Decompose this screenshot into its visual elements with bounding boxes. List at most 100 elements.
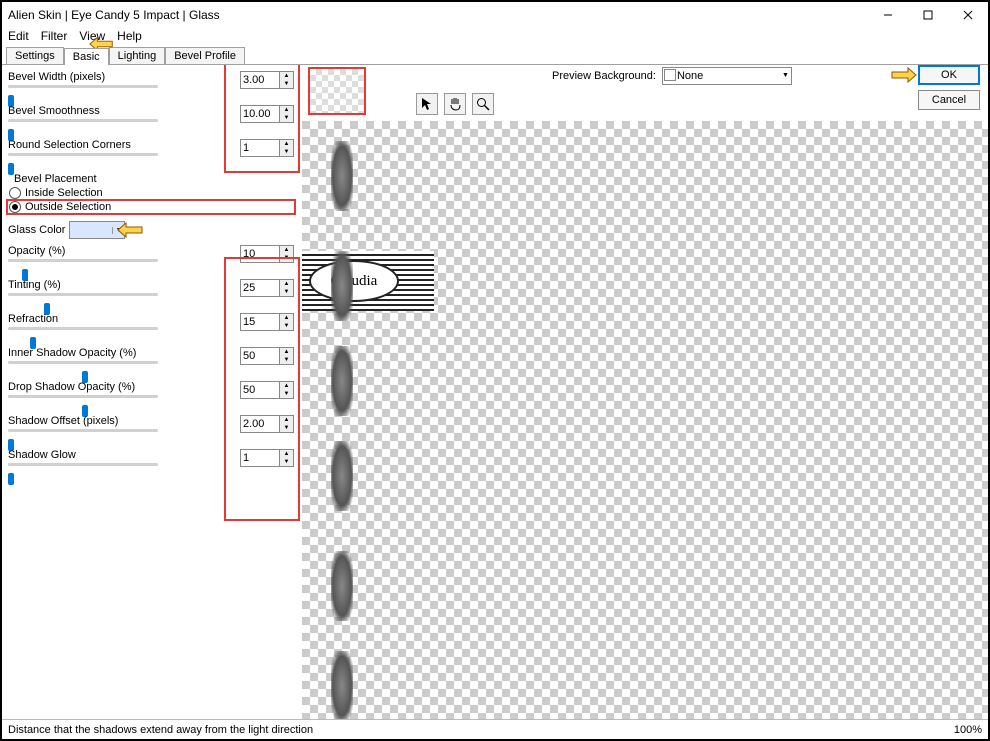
status-hint: Distance that the shadows extend away fr…: [8, 724, 313, 736]
spin-up[interactable]: ▲: [280, 106, 293, 114]
close-button[interactable]: [948, 2, 988, 27]
tool-pointer[interactable]: [416, 93, 438, 115]
input-bevel-smoothness[interactable]: [240, 105, 280, 123]
radio-label-inside: Inside Selection: [25, 187, 103, 199]
spin-down[interactable]: ▼: [280, 356, 293, 364]
spin-up[interactable]: ▲: [280, 416, 293, 424]
input-tinting[interactable]: [240, 279, 280, 297]
menu-help[interactable]: Help: [117, 29, 142, 43]
spin-up[interactable]: ▲: [280, 348, 293, 356]
slider-tinting[interactable]: [8, 293, 158, 296]
param-round-corners: Round Selection Corners ▲▼: [8, 139, 294, 169]
tab-bevel-profile[interactable]: Bevel Profile: [165, 47, 245, 64]
input-drop-shadow[interactable]: [240, 381, 280, 399]
spin-up[interactable]: ▲: [280, 450, 293, 458]
spin-down[interactable]: ▼: [280, 322, 293, 330]
app-window: Alien Skin | Eye Candy 5 Impact | Glass …: [0, 0, 990, 741]
spin-down[interactable]: ▼: [280, 390, 293, 398]
tab-lighting[interactable]: Lighting: [109, 47, 166, 64]
param-bevel-smoothness: Bevel Smoothness ▲▼: [8, 105, 294, 135]
param-opacity: Opacity (%) ▲▼: [8, 245, 294, 275]
slider-opacity[interactable]: [8, 259, 158, 262]
status-zoom: 100%: [954, 724, 982, 736]
radio-outside-selection[interactable]: Outside Selection: [8, 201, 294, 213]
param-shadow-glow: Shadow Glow ▲▼: [8, 449, 294, 479]
pointer-hand-icon: [888, 65, 918, 86]
radio-icon: [9, 201, 21, 213]
slider-round-corners[interactable]: [8, 153, 158, 156]
spin-down[interactable]: ▼: [280, 148, 293, 156]
status-bar: Distance that the shadows extend away fr…: [2, 719, 988, 739]
input-shadow-offset[interactable]: [240, 415, 280, 433]
tab-basic[interactable]: Basic: [64, 48, 109, 65]
label-preview-bg: Preview Background:: [552, 70, 656, 82]
tool-zoom[interactable]: [472, 93, 494, 115]
param-drop-shadow: Drop Shadow Opacity (%) ▲▼: [8, 381, 294, 411]
preview-shape: [331, 346, 353, 416]
preview-shape: [331, 441, 353, 511]
preview-bg-select[interactable]: None: [662, 67, 792, 85]
slider-shadow-offset[interactable]: [8, 429, 158, 432]
preview-shape: [331, 551, 353, 621]
preview-canvas[interactable]: Claudia: [302, 121, 988, 719]
preview-shape: [331, 141, 353, 211]
preview-bg-swatch-icon: [664, 69, 676, 81]
spin-down[interactable]: ▼: [280, 458, 293, 466]
param-glass-color: Glass Color: [8, 221, 294, 239]
spin-up[interactable]: ▲: [280, 382, 293, 390]
glass-color-picker[interactable]: [69, 221, 125, 239]
preview-shape: [331, 251, 353, 321]
label-bevel-placement: Bevel Placement: [14, 173, 294, 185]
slider-bevel-smoothness[interactable]: [8, 119, 158, 122]
spin-down[interactable]: ▼: [280, 288, 293, 296]
menu-filter[interactable]: Filter: [41, 29, 68, 43]
spin-down[interactable]: ▼: [280, 80, 293, 88]
input-bevel-width[interactable]: [240, 71, 280, 89]
slider-bevel-width[interactable]: [8, 85, 158, 88]
settings-panel: Bevel Width (pixels) ▲▼ Bevel Smoothness…: [2, 65, 302, 719]
minimize-button[interactable]: [868, 2, 908, 27]
spin-up[interactable]: ▲: [280, 246, 293, 254]
param-tinting: Tinting (%) ▲▼: [8, 279, 294, 309]
preview-shape: [331, 651, 353, 719]
spin-up[interactable]: ▲: [280, 314, 293, 322]
spin-down[interactable]: ▼: [280, 114, 293, 122]
param-bevel-width: Bevel Width (pixels) ▲▼: [8, 71, 294, 101]
slider-inner-shadow[interactable]: [8, 361, 158, 364]
spin-down[interactable]: ▼: [280, 254, 293, 262]
input-opacity[interactable]: [240, 245, 280, 263]
tab-settings[interactable]: Settings: [6, 47, 64, 64]
param-shadow-offset: Shadow Offset (pixels) ▲▼: [8, 415, 294, 445]
maximize-button[interactable]: [908, 2, 948, 27]
ok-button[interactable]: OK: [918, 65, 980, 85]
input-refraction[interactable]: [240, 313, 280, 331]
label-glass-color: Glass Color: [8, 224, 65, 236]
tool-hand[interactable]: [444, 93, 466, 115]
spin-up[interactable]: ▲: [280, 280, 293, 288]
slider-drop-shadow[interactable]: [8, 395, 158, 398]
spin-up[interactable]: ▲: [280, 140, 293, 148]
menu-edit[interactable]: Edit: [8, 29, 29, 43]
thumbnail-strip: Preview Background: None ▼ OK Cancel: [302, 65, 988, 121]
tab-bar: Settings Basic Lighting Bevel Profile: [2, 47, 988, 65]
preview-thumbnail[interactable]: [308, 67, 366, 115]
radio-icon: [9, 187, 21, 199]
window-title: Alien Skin | Eye Candy 5 Impact | Glass: [8, 8, 868, 22]
input-round-corners[interactable]: [240, 139, 280, 157]
spin-up[interactable]: ▲: [280, 72, 293, 80]
slider-refraction[interactable]: [8, 327, 158, 330]
slider-shadow-glow[interactable]: [8, 463, 158, 466]
param-inner-shadow: Inner Shadow Opacity (%) ▲▼: [8, 347, 294, 377]
cancel-button[interactable]: Cancel: [918, 90, 980, 110]
client-area: Bevel Width (pixels) ▲▼ Bevel Smoothness…: [2, 65, 988, 719]
titlebar: Alien Skin | Eye Candy 5 Impact | Glass: [2, 2, 988, 27]
param-refraction: Refraction ▲▼: [8, 313, 294, 343]
input-shadow-glow[interactable]: [240, 449, 280, 467]
input-inner-shadow[interactable]: [240, 347, 280, 365]
radio-label-outside: Outside Selection: [25, 201, 111, 213]
radio-inside-selection[interactable]: Inside Selection: [8, 187, 294, 199]
spin-down[interactable]: ▼: [280, 424, 293, 432]
preview-area: Preview Background: None ▼ OK Cancel: [302, 65, 988, 719]
chevron-down-icon: ▼: [782, 72, 789, 79]
menu-view[interactable]: View: [79, 29, 105, 43]
